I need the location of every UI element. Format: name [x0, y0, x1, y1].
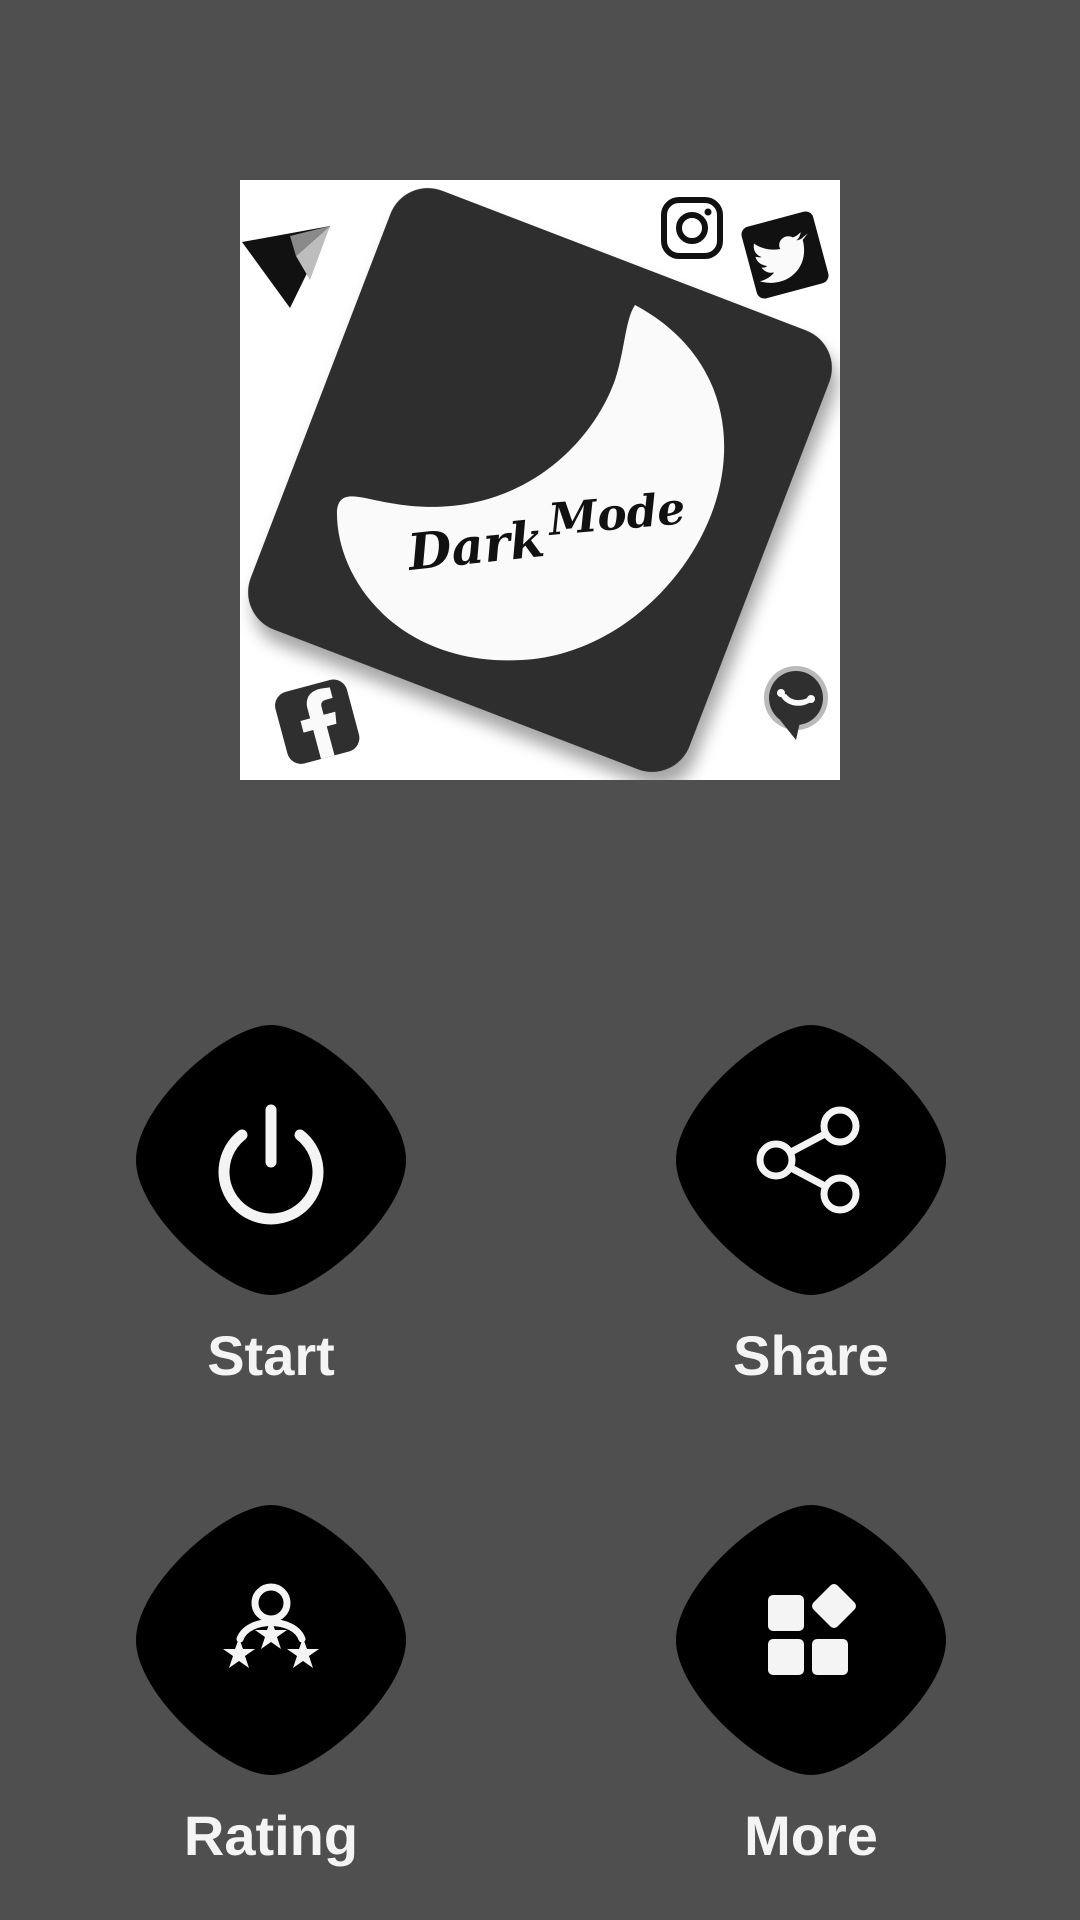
start-button[interactable]: Start [121, 1025, 421, 1425]
rating-tile[interactable] [136, 1505, 406, 1775]
facebook-icon [275, 679, 360, 764]
twitter-icon [741, 211, 829, 299]
start-label: Start [207, 1324, 335, 1387]
chat-call-icon [764, 666, 828, 740]
share-label: Share [733, 1324, 889, 1387]
instagram-icon [661, 197, 723, 259]
rating-label: Rating [183, 1804, 359, 1867]
app-screen: Dark Mode Start Share Rating More [0, 0, 1080, 1920]
start-tile[interactable] [136, 1025, 406, 1295]
send-icon [242, 226, 330, 308]
rating-button[interactable]: Rating [121, 1505, 421, 1905]
more-tile[interactable] [676, 1505, 946, 1775]
app-logo: Dark Mode [240, 180, 840, 780]
more-button[interactable]: More [661, 1505, 961, 1905]
dark-mode-logo-graphic: Dark Mode [242, 188, 832, 772]
more-label: More [744, 1804, 878, 1867]
share-button[interactable]: Share [661, 1025, 961, 1425]
share-tile[interactable] [676, 1025, 946, 1295]
